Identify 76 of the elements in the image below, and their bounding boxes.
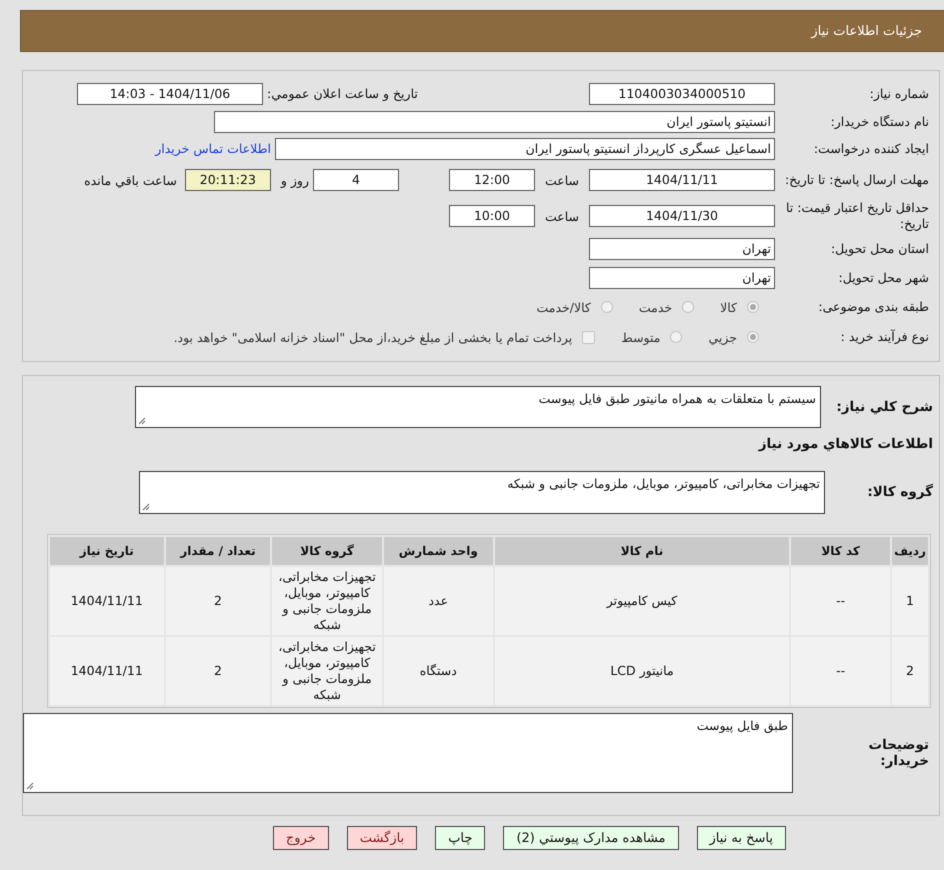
- resize-grip-icon[interactable]: [138, 417, 146, 425]
- action-button[interactable]: خروج: [272, 826, 329, 850]
- column-header: تاریخ نیاز: [50, 537, 164, 565]
- page-title: جزئیات اطلاعات نیاز: [811, 24, 922, 38]
- field-label: استان محل تحویل:: [830, 240, 929, 256]
- field-label: شرح کلي نیاز:: [835, 399, 933, 415]
- column-header: ردیف: [892, 537, 928, 565]
- deadline-date-field: 1404/11/11: [589, 169, 775, 191]
- deadline-time-field: 12:00: [448, 169, 535, 191]
- province-field: تهران: [589, 238, 775, 260]
- action-button[interactable]: مشاهده مدارک پیوستي (2): [503, 826, 678, 850]
- table-cell: 2: [166, 637, 270, 705]
- days-field: 4: [312, 169, 399, 191]
- field-label: نوع فرآیند خرید :: [840, 329, 929, 345]
- radio-label: خدمت: [638, 300, 672, 314]
- radio-label: متوسط: [621, 330, 660, 344]
- radio-button[interactable]: [682, 301, 694, 313]
- description-textarea[interactable]: سیستم با متعلقات به همراه مانیتور طبق فایل پیوست: [135, 386, 821, 428]
- resize-grip-icon[interactable]: [142, 502, 150, 510]
- validity-date-field: 1404/11/30: [589, 205, 775, 227]
- days-label: روز و: [280, 172, 309, 188]
- field-label: تاریخ و ساعت اعلان عمومي:: [267, 86, 419, 102]
- table-cell: کیس کامپیوتر: [494, 567, 790, 635]
- table-cell: --: [791, 567, 890, 635]
- field-label: حداقل تاریخ اعتبار قیمت: تا تاریخ:: [784, 200, 929, 232]
- radio-button[interactable]: [747, 331, 759, 343]
- need-number-field: 1104003034000510: [589, 83, 775, 105]
- contact-link[interactable]: اطلاعات تماس خریدار: [155, 141, 271, 156]
- validity-time-field: 10:00: [448, 205, 535, 227]
- table-cell: تجهیزات مخابراتی، کامپیوتر، موبایل، ملزومات جانبی و شبکه: [272, 567, 382, 635]
- radio-button[interactable]: [747, 301, 759, 313]
- goods-group-textarea[interactable]: تجهیزات مخابراتی، کامپیوتر، موبایل، ملزومات جانبی و شبکه: [139, 470, 825, 514]
- table-cell: مانیتور LCD: [494, 637, 790, 705]
- field-label: شماره نیاز:: [868, 86, 929, 102]
- time-label: ساعت: [544, 172, 579, 188]
- buyer-notes-textarea[interactable]: طبق فایل پیوست: [23, 713, 793, 793]
- table-cell: 1404/11/11: [50, 567, 164, 635]
- table-cell: 1404/11/11: [50, 637, 164, 705]
- column-header: تعداد / مقدار: [166, 537, 270, 565]
- section-title: اطلاعات کالاهاي مورد نیاز: [757, 436, 933, 452]
- column-header: کد کالا: [791, 537, 890, 565]
- field-label: مهلت ارسال پاسخ: تا تاریخ:: [784, 172, 929, 188]
- time-label: ساعت: [544, 208, 579, 224]
- table-cell: 2: [166, 567, 270, 635]
- radio-button[interactable]: [600, 301, 613, 313]
- action-button[interactable]: پاسخ به نیاز: [696, 826, 786, 850]
- field-label: شهر محل تحویل:: [838, 270, 929, 286]
- column-header: نام کالا: [494, 537, 790, 565]
- requester-field: اسماعیل عسگری کارپرداز انستیتو پاستور ایران: [275, 138, 775, 160]
- table-cell: تجهیزات مخابراتی، کامپیوتر، موبایل، ملزومات جانبی و شبکه: [272, 637, 382, 705]
- remaining-label: ساعت باقي مانده: [84, 172, 177, 188]
- checkbox-label: پرداخت تمام یا بخشی از مبلغ خرید،از محل "اسناد خزانه اسلامی" خواهد بود.: [174, 330, 572, 344]
- radio-button[interactable]: [670, 331, 682, 343]
- table-cell: 2: [892, 637, 928, 705]
- announce-date-field: 1404/11/06 - 14:03: [77, 83, 263, 105]
- remaining-time-field: 20:11:23: [184, 169, 271, 191]
- radio-label: جزيي: [708, 330, 737, 344]
- field-label: طبقه بندی موضوعی:: [817, 299, 929, 315]
- action-button[interactable]: چاپ: [435, 826, 486, 850]
- column-header: واحد شمارش: [384, 537, 493, 565]
- table-cell: دستگاه: [384, 637, 493, 705]
- field-label: توضیحات خریدار:: [868, 737, 929, 769]
- city-field: تهران: [589, 266, 775, 288]
- radio-label: کالا/خدمت: [536, 300, 591, 314]
- resize-grip-icon[interactable]: [26, 782, 34, 790]
- column-header: گروه کالا: [272, 537, 382, 565]
- radio-label: کالا: [720, 300, 737, 314]
- field-label: ایجاد کننده درخواست:: [812, 140, 929, 156]
- buyer-org-field: انستیتو پاستور ایران: [214, 110, 775, 132]
- table-cell: --: [791, 637, 890, 705]
- field-label: گروه کالا:: [866, 484, 933, 500]
- action-button[interactable]: بازگشت: [346, 826, 418, 850]
- table-cell: 1: [892, 567, 928, 635]
- field-label: نام دستگاه خریدار:: [830, 114, 929, 130]
- checkbox[interactable]: [582, 330, 596, 344]
- table-cell: عدد: [384, 567, 493, 635]
